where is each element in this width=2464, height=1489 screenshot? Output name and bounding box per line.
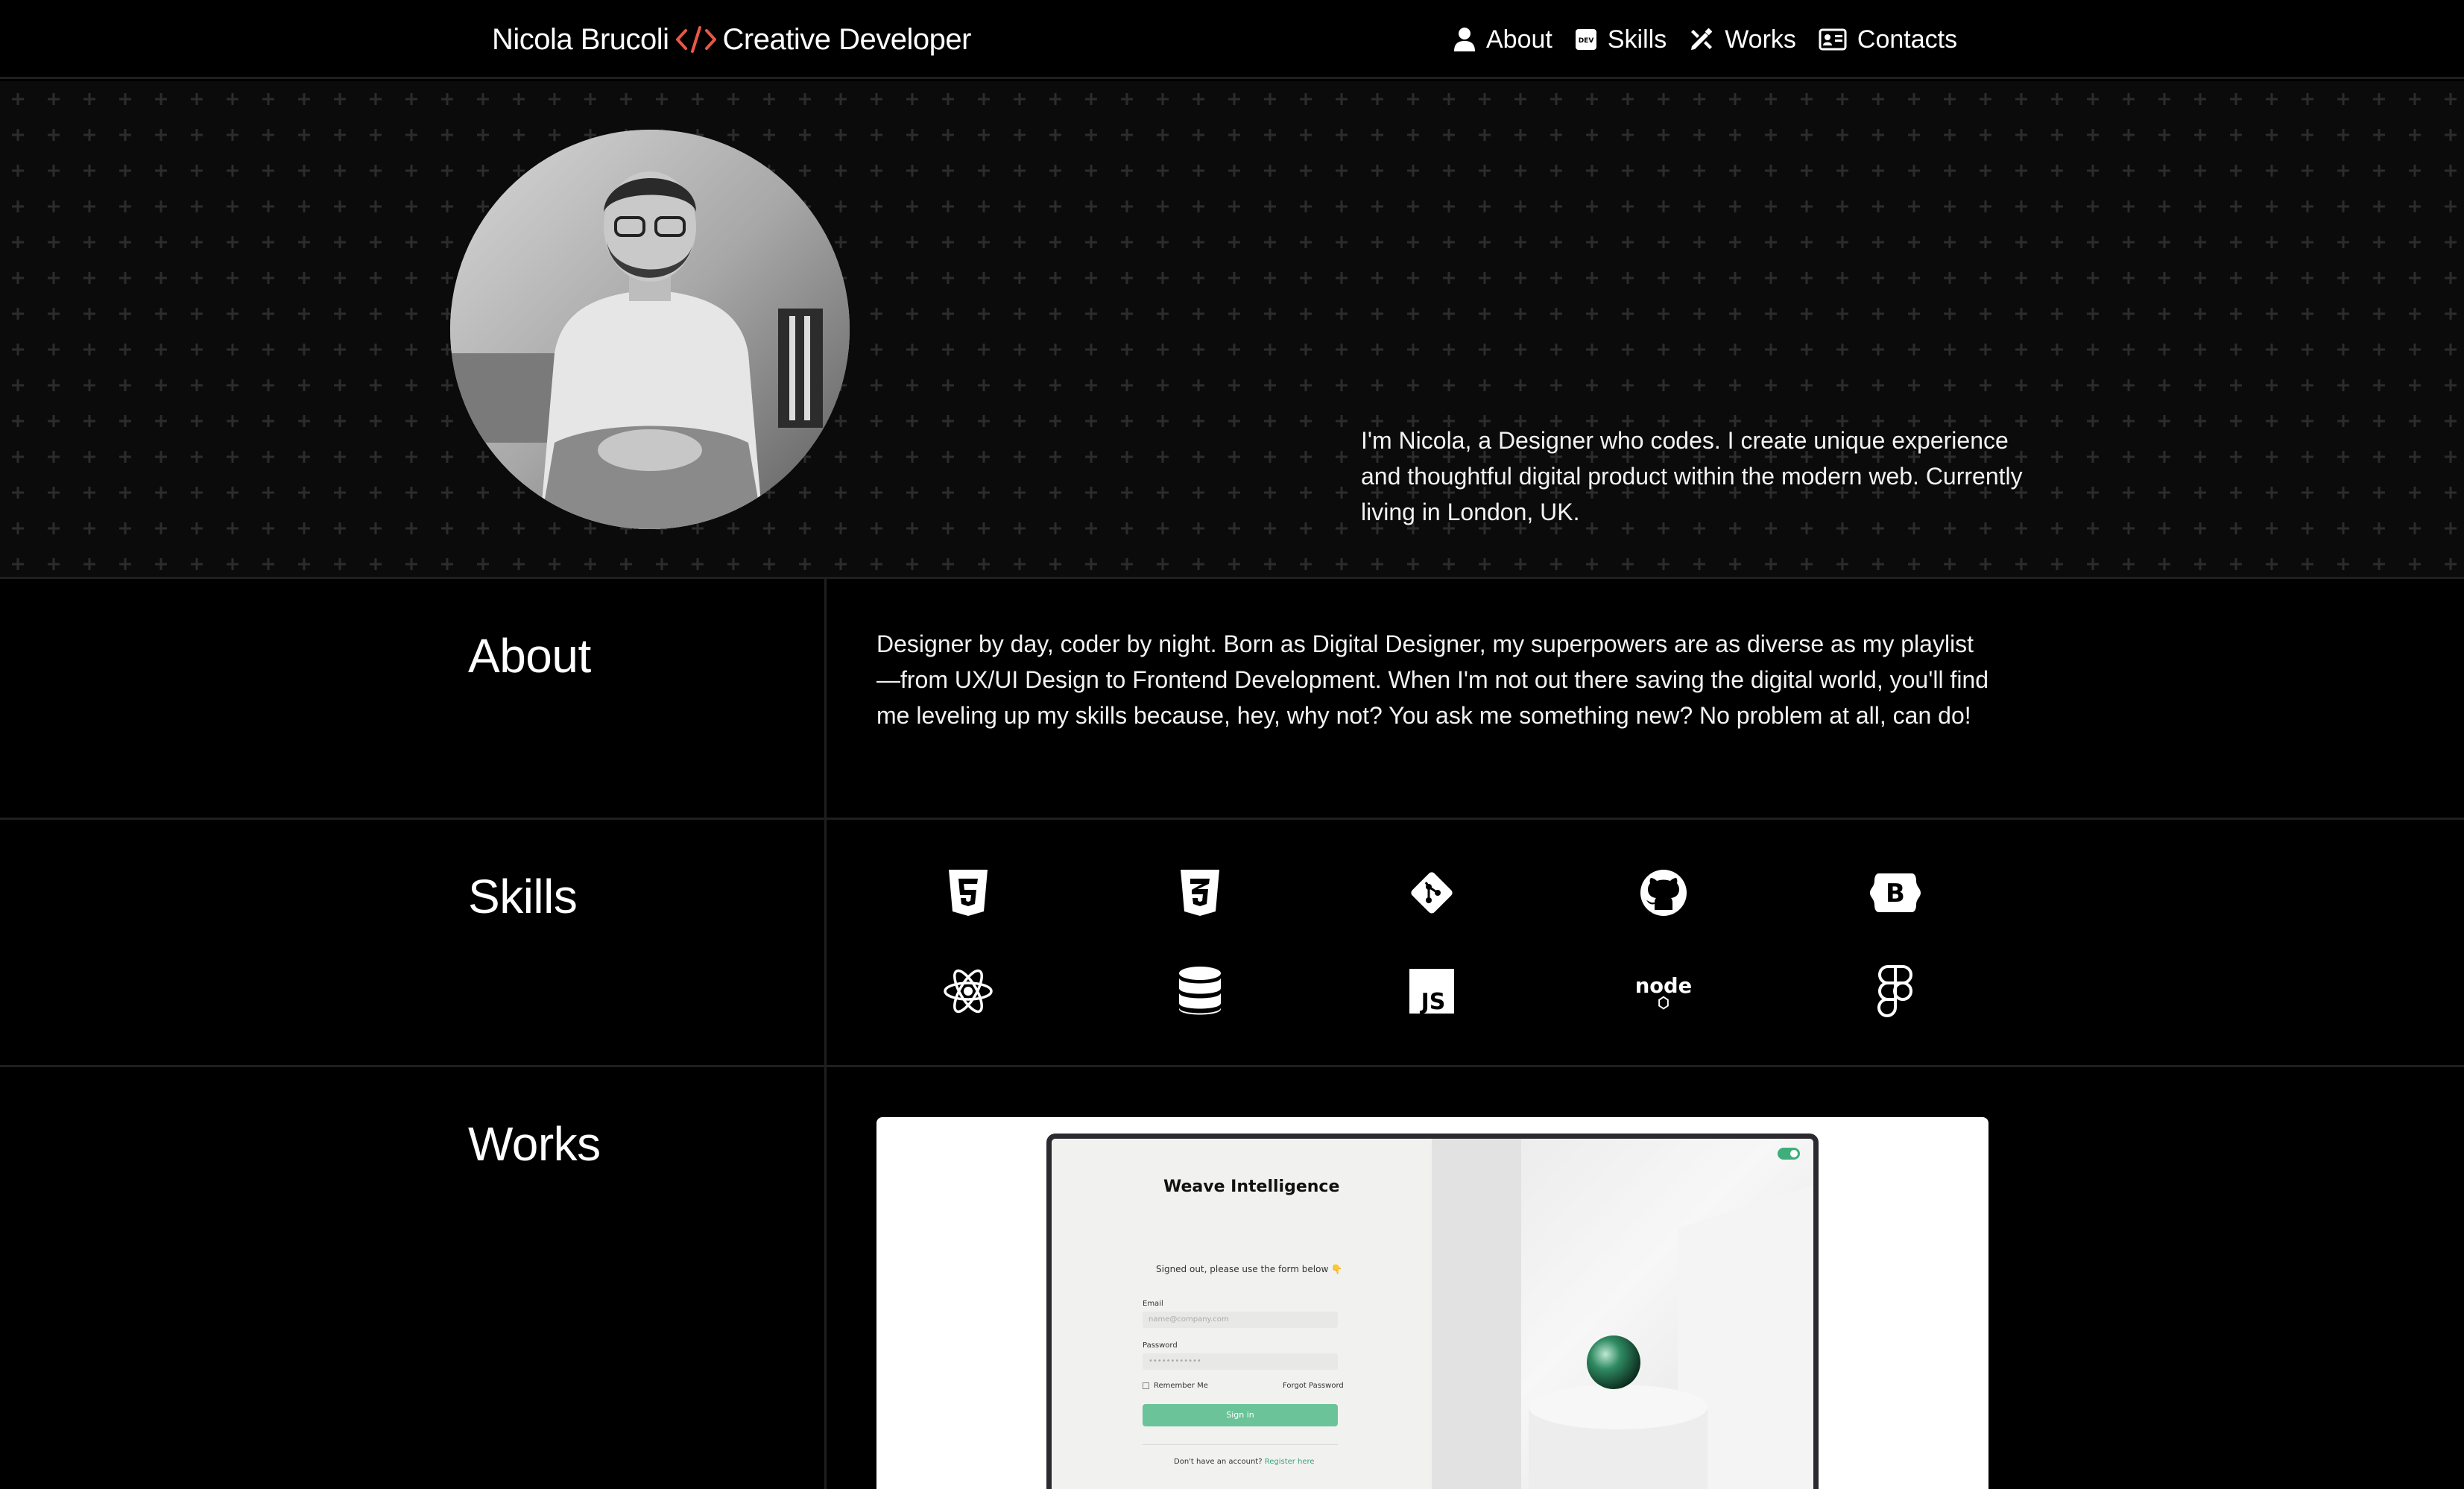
javascript-letters: JS: [1420, 989, 1446, 1014]
bootstrap-letter: B: [1886, 879, 1905, 908]
preview-app-title: Weave Intelligence: [1163, 1177, 1340, 1196]
nav-label-about: About: [1486, 25, 1552, 54]
section-title-works: Works: [468, 1117, 601, 1171]
git-icon: [1402, 863, 1462, 923]
hero-intro: I'm Nicola, a Designer who codes. I crea…: [1361, 427, 2023, 525]
divider: [0, 577, 2464, 579]
work-card[interactable]: Weave Intelligence Signed out, please us…: [876, 1117, 1988, 1489]
brand-role: Creative Developer: [722, 22, 972, 56]
design-tools-icon: [1691, 28, 1713, 50]
divider: [0, 818, 2464, 820]
avatar: [450, 130, 850, 529]
preview-footer: Don't have an account? Register here: [1174, 1458, 1315, 1466]
column-divider: [824, 579, 827, 1489]
contact-card-icon: [1819, 28, 1847, 51]
preview-email-field: name@company.com: [1143, 1312, 1338, 1328]
project-preview: Weave Intelligence Signed out, please us…: [1046, 1134, 1819, 1489]
main-nav: About DEV Skills Works Contacts: [1453, 18, 1957, 61]
preview-password-label: Password: [1143, 1341, 1178, 1350]
preview-divider: [1143, 1444, 1338, 1445]
preview-remember-label: Remember Me: [1154, 1382, 1208, 1390]
divider: [0, 1065, 2464, 1067]
react-icon: [938, 961, 998, 1021]
site-header: Nicola Brucoli Creative Developer About …: [0, 0, 2464, 79]
brand-name: Nicola Brucoli: [492, 22, 669, 56]
preview-password-field: ••••••••••••: [1143, 1353, 1338, 1370]
nodejs-letters: node: [1635, 975, 1692, 998]
preview-theme-toggle: [1778, 1148, 1800, 1160]
preview-footer-link: Register here: [1264, 1458, 1315, 1466]
user-icon: [1454, 28, 1475, 51]
preview-footer-text: Don't have an account?: [1174, 1458, 1263, 1466]
section-title-skills: Skills: [468, 870, 578, 923]
code-icon: [675, 23, 717, 56]
nav-item-about[interactable]: About: [1453, 25, 1552, 54]
preview-forgot-link: Forgot Password: [1283, 1382, 1344, 1390]
preview-remember: Remember Me: [1143, 1382, 1208, 1390]
svg-text:DEV: DEV: [1579, 37, 1594, 45]
dev-icon: DEV: [1575, 29, 1596, 50]
nav-label-skills: Skills: [1607, 25, 1667, 54]
hero-section: I'm Nicola, a Designer who codes. I crea…: [0, 81, 2464, 577]
about-text: Designer by day, coder by night. Born as…: [876, 630, 1989, 729]
nav-item-contacts[interactable]: Contacts: [1819, 25, 1957, 54]
nav-item-works[interactable]: Works: [1689, 25, 1796, 54]
preview-signin-button: Sign in: [1143, 1404, 1338, 1426]
preview-checkbox: [1143, 1382, 1149, 1389]
preview-email-label: Email: [1143, 1300, 1163, 1308]
nodejs-icon: node: [1634, 961, 1693, 1021]
render-pane: [1432, 1139, 1813, 1489]
nav-item-skills[interactable]: DEV Skills: [1575, 25, 1667, 54]
github-icon: [1634, 863, 1693, 923]
html5-icon: [938, 863, 998, 923]
bootstrap-icon: B: [1866, 863, 1925, 923]
css3-icon: [1170, 863, 1230, 923]
nav-label-works: Works: [1725, 25, 1796, 54]
plus-pattern-background: [0, 81, 2464, 577]
database-icon: [1170, 961, 1230, 1021]
figma-icon: [1866, 961, 1925, 1021]
section-title-about: About: [468, 629, 591, 683]
login-pane: Weave Intelligence Signed out, please us…: [1052, 1139, 1432, 1489]
brand-logo[interactable]: Nicola Brucoli Creative Developer: [492, 18, 971, 61]
nav-label-contacts: Contacts: [1857, 25, 1958, 54]
preview-message: Signed out, please use the form below 👇: [1156, 1264, 1343, 1274]
javascript-icon: JS: [1402, 961, 1462, 1021]
